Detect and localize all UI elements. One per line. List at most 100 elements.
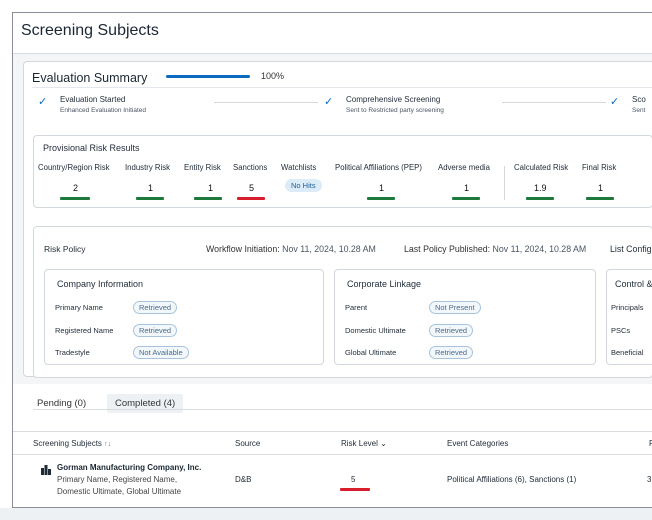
table-row[interactable]: Gorman Manufacturing Company, Inc. Prima…: [13, 457, 652, 507]
workflow-label: Workflow Initiation:: [206, 244, 280, 254]
building-icon: [41, 465, 51, 475]
primary-name-label: Primary Name: [55, 303, 103, 312]
global-ultimate-status: Retrieved: [429, 346, 474, 359]
event-categories-cell: Political Affiliations (6), Sanctions (1…: [447, 475, 577, 484]
metric-label: Adverse media: [438, 163, 491, 172]
metric-bar: [526, 197, 554, 200]
provisional-risk-results: Provisional Risk Results Country/Region …: [33, 135, 652, 208]
risk-separator: [504, 166, 505, 200]
sort-icon[interactable]: ↑↓: [104, 441, 111, 448]
source-cell: D&B: [235, 475, 252, 484]
step-subtitle: Sent: [632, 107, 646, 114]
principals-label: Principals: [611, 303, 644, 312]
step-subtitle: Enhanced Evaluation Initiated: [60, 107, 147, 114]
metric-final-risk: Final Risk 1: [582, 163, 617, 200]
company-information-title: Company Information: [57, 279, 144, 289]
metric-adverse-media: Adverse media 1: [438, 163, 491, 200]
metric-label: Sanctions: [233, 163, 268, 172]
risk-bar: [340, 488, 370, 491]
metric-value: 1: [598, 183, 604, 193]
company-name[interactable]: Gorman Manufacturing Company, Inc.: [57, 463, 201, 472]
metric-value: 5: [249, 183, 255, 193]
primary-name-status: Retrieved: [133, 301, 178, 314]
metric-bar: [136, 197, 164, 200]
metric-value: 2: [73, 183, 79, 193]
company-information-card: Company Information Primary Name Retriev…: [44, 269, 324, 365]
step-connector: [214, 102, 318, 103]
domestic-ultimate-status: Retrieved: [429, 324, 474, 337]
risk-value: 5: [351, 475, 356, 484]
metric-bar: [237, 197, 265, 200]
metric-label: Watchlists: [281, 163, 317, 172]
workflow-initiation: Workflow Initiation: Nov 11, 2024, 10.28…: [206, 244, 376, 254]
background-band: [0, 508, 652, 520]
metric-label: Industry Risk: [125, 163, 171, 172]
workflow-value: Nov 11, 2024, 10.28 AM: [282, 244, 376, 254]
summary-divider: [32, 87, 652, 88]
metric-label: Final Risk: [582, 163, 617, 172]
tradestyle-label: Tradestyle: [55, 348, 90, 357]
control-title: Control &: [615, 279, 652, 289]
metric-value: 1.9: [534, 183, 547, 193]
metric-pep: Political Affiliations (PEP) 1: [335, 163, 422, 200]
step-title: Sco: [632, 95, 646, 104]
metric-value: 1: [464, 183, 470, 193]
tradestyle-status: Not Available: [133, 346, 189, 359]
check-icon: ✓: [38, 96, 48, 108]
metric-bar: [452, 197, 480, 200]
column-screening-subjects[interactable]: Screening Subjects ↑↓: [33, 439, 111, 448]
metric-industry-risk: Industry Risk 1: [125, 163, 171, 200]
tab-pending[interactable]: Pending (0): [29, 394, 94, 413]
registered-name-status: Retrieved: [133, 324, 178, 337]
metric-bar: [60, 197, 90, 200]
last-policy-published: Last Policy Published: Nov 11, 2024, 10.…: [404, 244, 586, 254]
pscs-label: PSCs: [611, 326, 631, 335]
step-connector: [502, 102, 606, 103]
company-details-line1: Primary Name, Registered Name,: [57, 475, 178, 484]
global-ultimate-label: Global Ultimate: [345, 348, 397, 357]
metric-country-risk: Country/Region Risk 2: [38, 163, 110, 200]
metric-value: 1: [148, 183, 154, 193]
screening-window: Screening Subjects Evaluation Summary 10…: [12, 12, 652, 508]
published-label: Last Policy Published:: [404, 244, 491, 254]
table-header: Screening Subjects ↑↓ Source Risk Level …: [13, 431, 652, 455]
no-hits-badge: No Hits: [285, 179, 322, 192]
risk-results-title: Provisional Risk Results: [43, 143, 140, 153]
page-title: Screening Subjects: [21, 22, 159, 39]
parent-status: Not Present: [429, 301, 481, 314]
chevron-down-icon[interactable]: ⌄: [380, 439, 387, 448]
risk-policy-card: Risk Policy Workflow Initiation: Nov 11,…: [33, 226, 652, 378]
published-value: Nov 11, 2024, 10.28 AM: [492, 244, 587, 254]
corporate-linkage-title: Corporate Linkage: [347, 279, 422, 289]
company-details-line2: Domestic Ultimate, Global Ultimate: [57, 487, 182, 496]
metric-sanctions: Sanctions 5: [233, 163, 268, 200]
step-title: Evaluation Started: [60, 95, 126, 104]
evaluation-summary-title: Evaluation Summary: [32, 71, 148, 85]
metric-label: Country/Region Risk: [38, 163, 110, 172]
registered-name-label: Registered Name: [55, 326, 114, 335]
tabs-bar: Pending (0) Completed (4): [13, 384, 652, 424]
parent-label: Parent: [345, 303, 368, 312]
metric-bar: [194, 197, 222, 200]
summary-section: Evaluation Summary 100% ✓ Evaluation Sta…: [13, 54, 652, 384]
metric-label: Entity Risk: [184, 163, 221, 172]
metric-entity-risk: Entity Risk 1: [184, 163, 222, 200]
domestic-ultimate-label: Domestic Ultimate: [345, 326, 406, 335]
list-config-link[interactable]: List Config: [610, 244, 652, 254]
control-card: Control & Principals PSCs Beneficial: [606, 269, 652, 365]
beneficial-label: Beneficial: [611, 348, 644, 357]
progress-text: 100%: [261, 71, 285, 81]
step-title: Comprehensive Screening: [346, 95, 441, 104]
metric-calculated-risk: Calculated Risk 1.9: [514, 163, 569, 200]
metric-bar: [367, 197, 395, 200]
metric-value: 1: [379, 183, 385, 193]
step-subtitle: Sent to Restricted party screening: [346, 107, 444, 114]
check-icon: ✓: [324, 96, 334, 108]
progress-bar: [166, 75, 250, 78]
metric-value: 1: [208, 183, 214, 193]
column-source: Source: [235, 439, 261, 448]
metric-bar: [586, 197, 614, 200]
metric-label: Calculated Risk: [514, 163, 569, 172]
column-risk-level[interactable]: Risk Level ⌄: [341, 439, 387, 448]
tab-completed[interactable]: Completed (4): [107, 394, 184, 413]
